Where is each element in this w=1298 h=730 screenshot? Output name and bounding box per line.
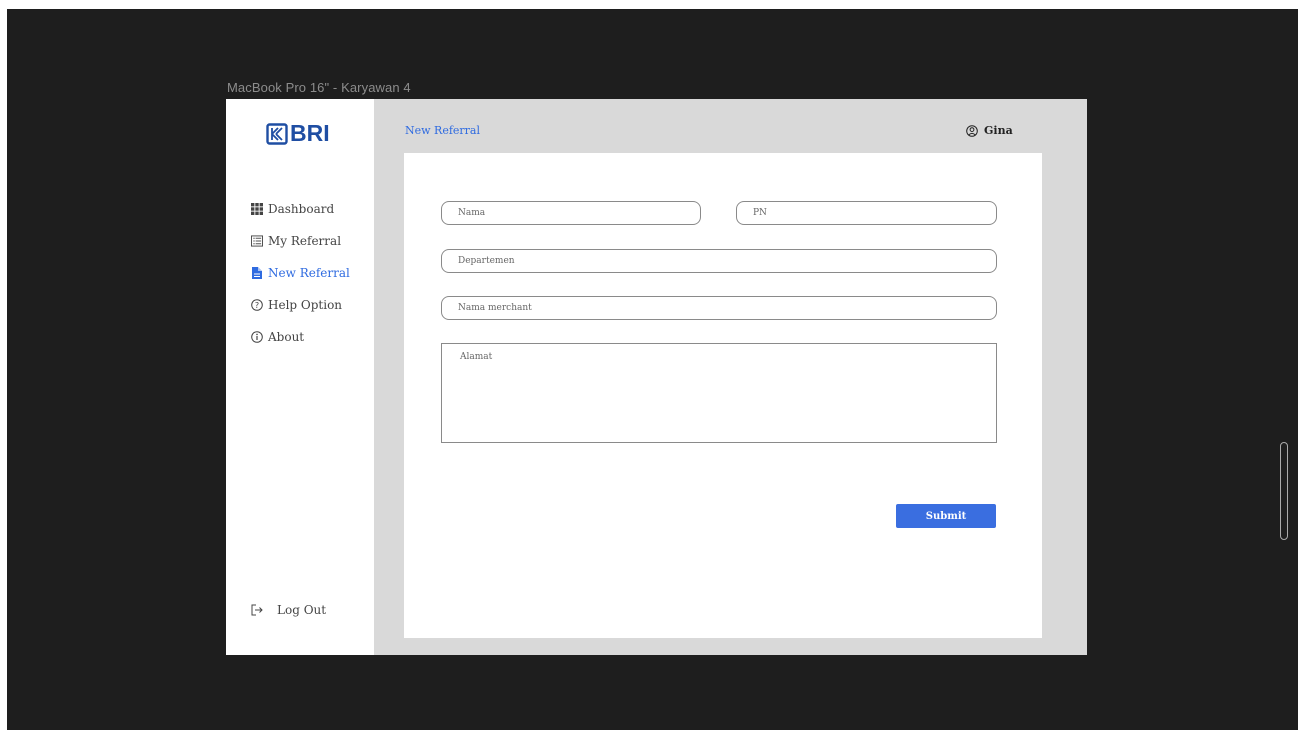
user-menu[interactable]: Gina bbox=[966, 124, 1013, 137]
sidebar-item-dashboard[interactable]: Dashboard bbox=[251, 193, 350, 225]
scrollbar[interactable] bbox=[1280, 442, 1288, 540]
grid-icon bbox=[251, 203, 263, 215]
departemen-input[interactable] bbox=[441, 249, 997, 273]
sidebar-item-my-referral[interactable]: My Referral bbox=[251, 225, 350, 257]
nama-input[interactable] bbox=[441, 201, 701, 225]
document-icon bbox=[251, 267, 263, 279]
brand-name: BRI bbox=[290, 120, 330, 146]
page-title: New Referral bbox=[405, 124, 481, 137]
app-frame: BRI Dashboard My Referral New Referral ?… bbox=[226, 99, 1087, 655]
bri-logo-icon bbox=[266, 122, 288, 145]
sidebar-item-label: New Referral bbox=[268, 266, 350, 280]
sidebar-item-label: My Referral bbox=[268, 234, 342, 248]
logout-button[interactable]: Log Out bbox=[251, 603, 326, 617]
pn-input[interactable] bbox=[736, 201, 997, 225]
sidebar-item-label: Help Option bbox=[268, 298, 343, 312]
logout-icon bbox=[251, 604, 263, 616]
sidebar-item-label: Dashboard bbox=[268, 202, 335, 216]
svg-text:?: ? bbox=[255, 301, 259, 310]
submit-button[interactable]: Submit bbox=[896, 504, 996, 528]
sidebar-item-new-referral[interactable]: New Referral bbox=[251, 257, 350, 289]
sidebar-item-about[interactable]: About bbox=[251, 321, 350, 353]
info-icon bbox=[251, 331, 263, 343]
sidebar: BRI Dashboard My Referral New Referral ?… bbox=[226, 99, 374, 655]
sidebar-item-label: About bbox=[268, 330, 305, 344]
frame-title: MacBook Pro 16" - Karyawan 4 bbox=[227, 80, 411, 95]
merchant-name-input[interactable] bbox=[441, 296, 997, 320]
referral-form: Submit bbox=[404, 153, 1042, 638]
help-icon: ? bbox=[251, 299, 263, 311]
alamat-textarea[interactable] bbox=[441, 343, 997, 443]
logout-label: Log Out bbox=[277, 603, 327, 617]
brand-logo: BRI bbox=[266, 120, 330, 147]
user-name: Gina bbox=[984, 124, 1013, 137]
sidebar-nav: Dashboard My Referral New Referral ? Hel… bbox=[251, 193, 350, 353]
list-icon bbox=[251, 235, 263, 247]
user-icon bbox=[966, 124, 978, 137]
sidebar-item-help-option[interactable]: ? Help Option bbox=[251, 289, 350, 321]
